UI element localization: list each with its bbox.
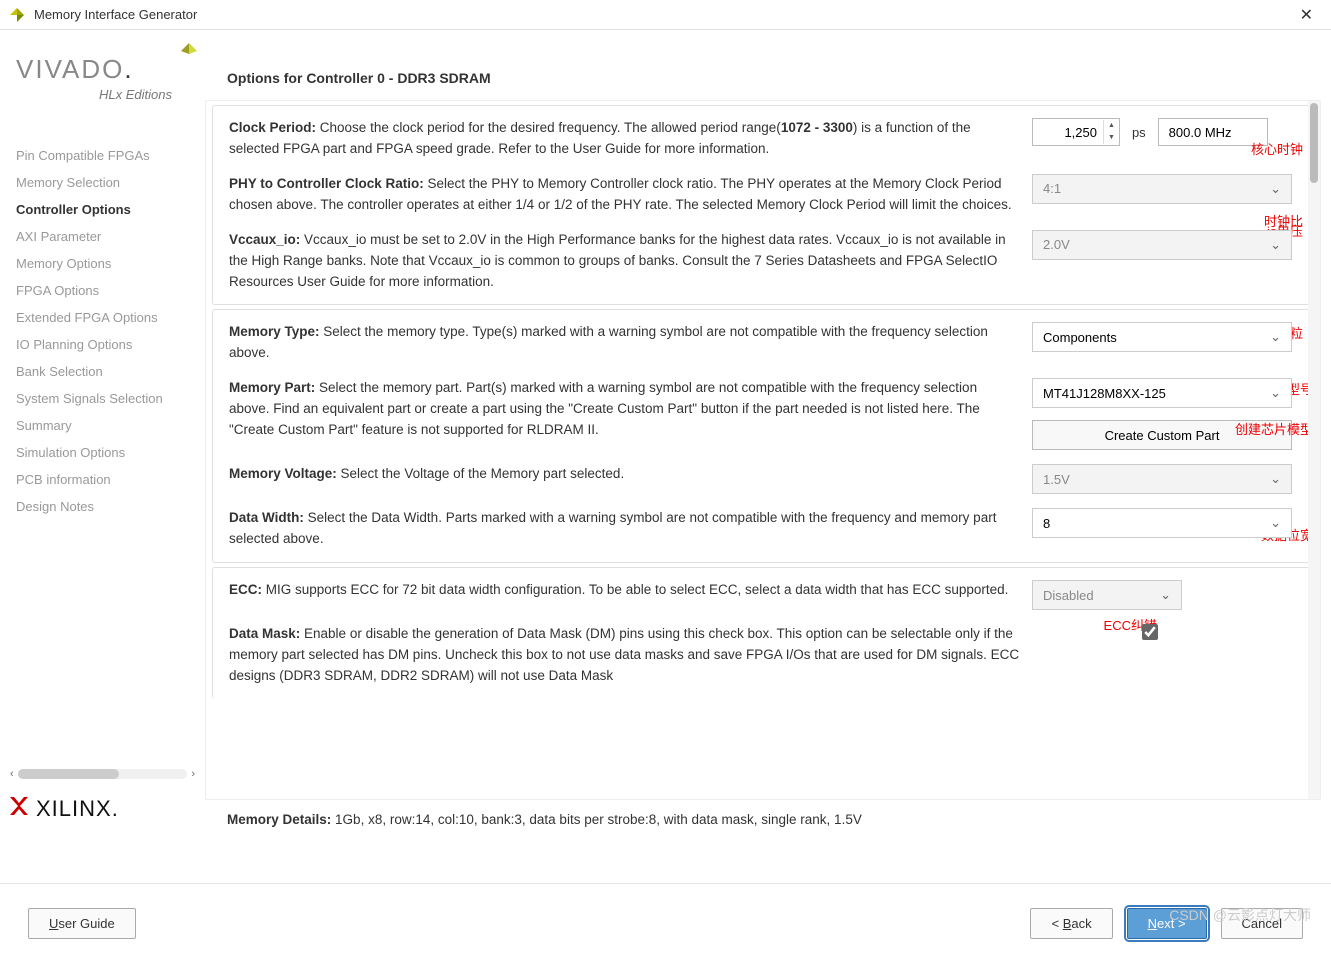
- close-icon[interactable]: ✕: [1290, 3, 1323, 27]
- scroll-right-icon[interactable]: ›: [191, 768, 195, 780]
- sidebar-h-scrollbar[interactable]: ‹ ›: [0, 765, 205, 783]
- titlebar: Memory Interface Generator ✕: [0, 0, 1331, 30]
- data-width-label: Data Width:: [229, 510, 304, 525]
- note-part2: 创建芯片模型: [1235, 420, 1313, 440]
- mem-voltage-select[interactable]: 1.5V⌄: [1032, 464, 1292, 494]
- page-title: Options for Controller 0 - DDR3 SDRAM: [205, 30, 1321, 100]
- option-data-mask: Data Mask: Enable or disable the generat…: [229, 624, 1297, 687]
- option-mem-type: Memory Type: Select the memory type. Typ…: [229, 322, 1297, 364]
- data-mask-label: Data Mask:: [229, 626, 300, 641]
- nav-system-signals[interactable]: System Signals Selection: [16, 385, 195, 412]
- xilinx-logo: XILINX.: [0, 783, 205, 835]
- group-clock: Clock Period: Choose the clock period fo…: [212, 105, 1314, 305]
- nav-memory-selection[interactable]: Memory Selection: [16, 169, 195, 196]
- option-clock-period: Clock Period: Choose the clock period fo…: [229, 118, 1297, 160]
- chevron-down-icon: ⌄: [1270, 237, 1281, 253]
- group-memory: Memory Type: Select the memory type. Typ…: [212, 309, 1314, 563]
- chevron-down-icon: ⌄: [1270, 471, 1281, 487]
- note-clock: 核心时钟: [1251, 140, 1303, 160]
- group-ecc: ECC: MIG supports ECC for 72 bit data wi…: [212, 567, 1314, 699]
- sidebar: VIVADO. HLx Editions Pin Compatible FPGA…: [0, 30, 205, 835]
- nav-axi-parameter[interactable]: AXI Parameter: [16, 223, 195, 250]
- nav-pcb-info[interactable]: PCB information: [16, 466, 195, 493]
- next-button[interactable]: Next >: [1127, 908, 1207, 939]
- vivado-text: VIVADO: [16, 54, 124, 84]
- back-button[interactable]: < Back: [1030, 908, 1112, 939]
- v-scrollbar[interactable]: [1308, 101, 1320, 799]
- nav-simulation[interactable]: Simulation Options: [16, 439, 195, 466]
- options-scroll-area: Clock Period: Choose the clock period fo…: [205, 100, 1321, 800]
- clock-period-label: Clock Period:: [229, 120, 316, 135]
- vccaux-label: Vccaux_io:: [229, 232, 300, 247]
- nav-memory-options[interactable]: Memory Options: [16, 250, 195, 277]
- chevron-down-icon: ⌄: [1270, 385, 1281, 401]
- option-ecc: ECC: MIG supports ECC for 72 bit data wi…: [229, 580, 1297, 610]
- content-area: Options for Controller 0 - DDR3 SDRAM Cl…: [205, 30, 1331, 835]
- footer: User Guide < Back Next > Cancel: [0, 883, 1331, 959]
- chevron-down-icon: ⌄: [1270, 515, 1281, 531]
- ecc-label: ECC:: [229, 582, 262, 597]
- nav-pin-compatible[interactable]: Pin Compatible FPGAs: [16, 142, 195, 169]
- memory-details: Memory Details: 1Gb, x8, row:14, col:10,…: [205, 800, 1321, 835]
- nav-io-planning[interactable]: IO Planning Options: [16, 331, 195, 358]
- nav-fpga-options[interactable]: FPGA Options: [16, 277, 195, 304]
- phy-ratio-select[interactable]: 4:1⌄: [1032, 174, 1292, 204]
- mem-part-label: Memory Part:: [229, 380, 315, 395]
- data-mask-checkbox[interactable]: [1142, 624, 1158, 640]
- option-phy-ratio: PHY to Controller Clock Ratio: Select th…: [229, 174, 1297, 216]
- option-vccaux: Vccaux_io: Vccaux_io must be set to 2.0V…: [229, 230, 1297, 293]
- mem-type-select[interactable]: Components⌄: [1032, 322, 1292, 352]
- vccaux-select[interactable]: 2.0V⌄: [1032, 230, 1292, 260]
- cancel-button[interactable]: Cancel: [1221, 908, 1303, 939]
- mem-voltage-label: Memory Voltage:: [229, 466, 337, 481]
- option-data-width: Data Width: Select the Data Width. Parts…: [229, 508, 1297, 550]
- ps-label: ps: [1132, 125, 1146, 140]
- user-guide-button[interactable]: User Guide: [28, 908, 136, 939]
- option-mem-voltage: Memory Voltage: Select the Voltage of th…: [229, 464, 1297, 494]
- app-icon: [8, 6, 26, 24]
- chevron-down-icon: ⌄: [1270, 329, 1281, 345]
- nav-extended-fpga[interactable]: Extended FPGA Options: [16, 304, 195, 331]
- mem-type-label: Memory Type:: [229, 324, 320, 339]
- nav-list: Pin Compatible FPGAs Memory Selection Co…: [16, 142, 195, 520]
- mem-part-select[interactable]: MT41J128M8XX-125⌄: [1032, 378, 1292, 408]
- spinner-down-icon[interactable]: ▼: [1104, 132, 1119, 144]
- spinner-up-icon[interactable]: ▲: [1104, 120, 1119, 132]
- ecc-select[interactable]: Disabled⌄: [1032, 580, 1182, 610]
- window-title: Memory Interface Generator: [34, 7, 197, 22]
- option-mem-part: Memory Part: Select the memory part. Par…: [229, 378, 1297, 450]
- clock-period-input[interactable]: [1033, 125, 1103, 140]
- clock-period-spinner[interactable]: ▲▼: [1032, 118, 1120, 146]
- leaf-icon: [175, 40, 203, 75]
- hlx-subtitle: HLx Editions: [76, 87, 195, 102]
- phy-ratio-label: PHY to Controller Clock Ratio:: [229, 176, 424, 191]
- xilinx-text: XILINX: [36, 796, 112, 822]
- nav-design-notes[interactable]: Design Notes: [16, 493, 195, 520]
- chevron-down-icon: ⌄: [1160, 587, 1171, 603]
- vivado-logo: VIVADO. HLx Editions: [16, 54, 195, 102]
- scroll-left-icon[interactable]: ‹: [10, 768, 14, 780]
- data-width-select[interactable]: 8⌄: [1032, 508, 1292, 538]
- chevron-down-icon: ⌄: [1270, 181, 1281, 197]
- nav-controller-options[interactable]: Controller Options: [16, 196, 195, 223]
- nav-summary[interactable]: Summary: [16, 412, 195, 439]
- nav-bank-selection[interactable]: Bank Selection: [16, 358, 195, 385]
- xilinx-x-icon: [8, 795, 30, 823]
